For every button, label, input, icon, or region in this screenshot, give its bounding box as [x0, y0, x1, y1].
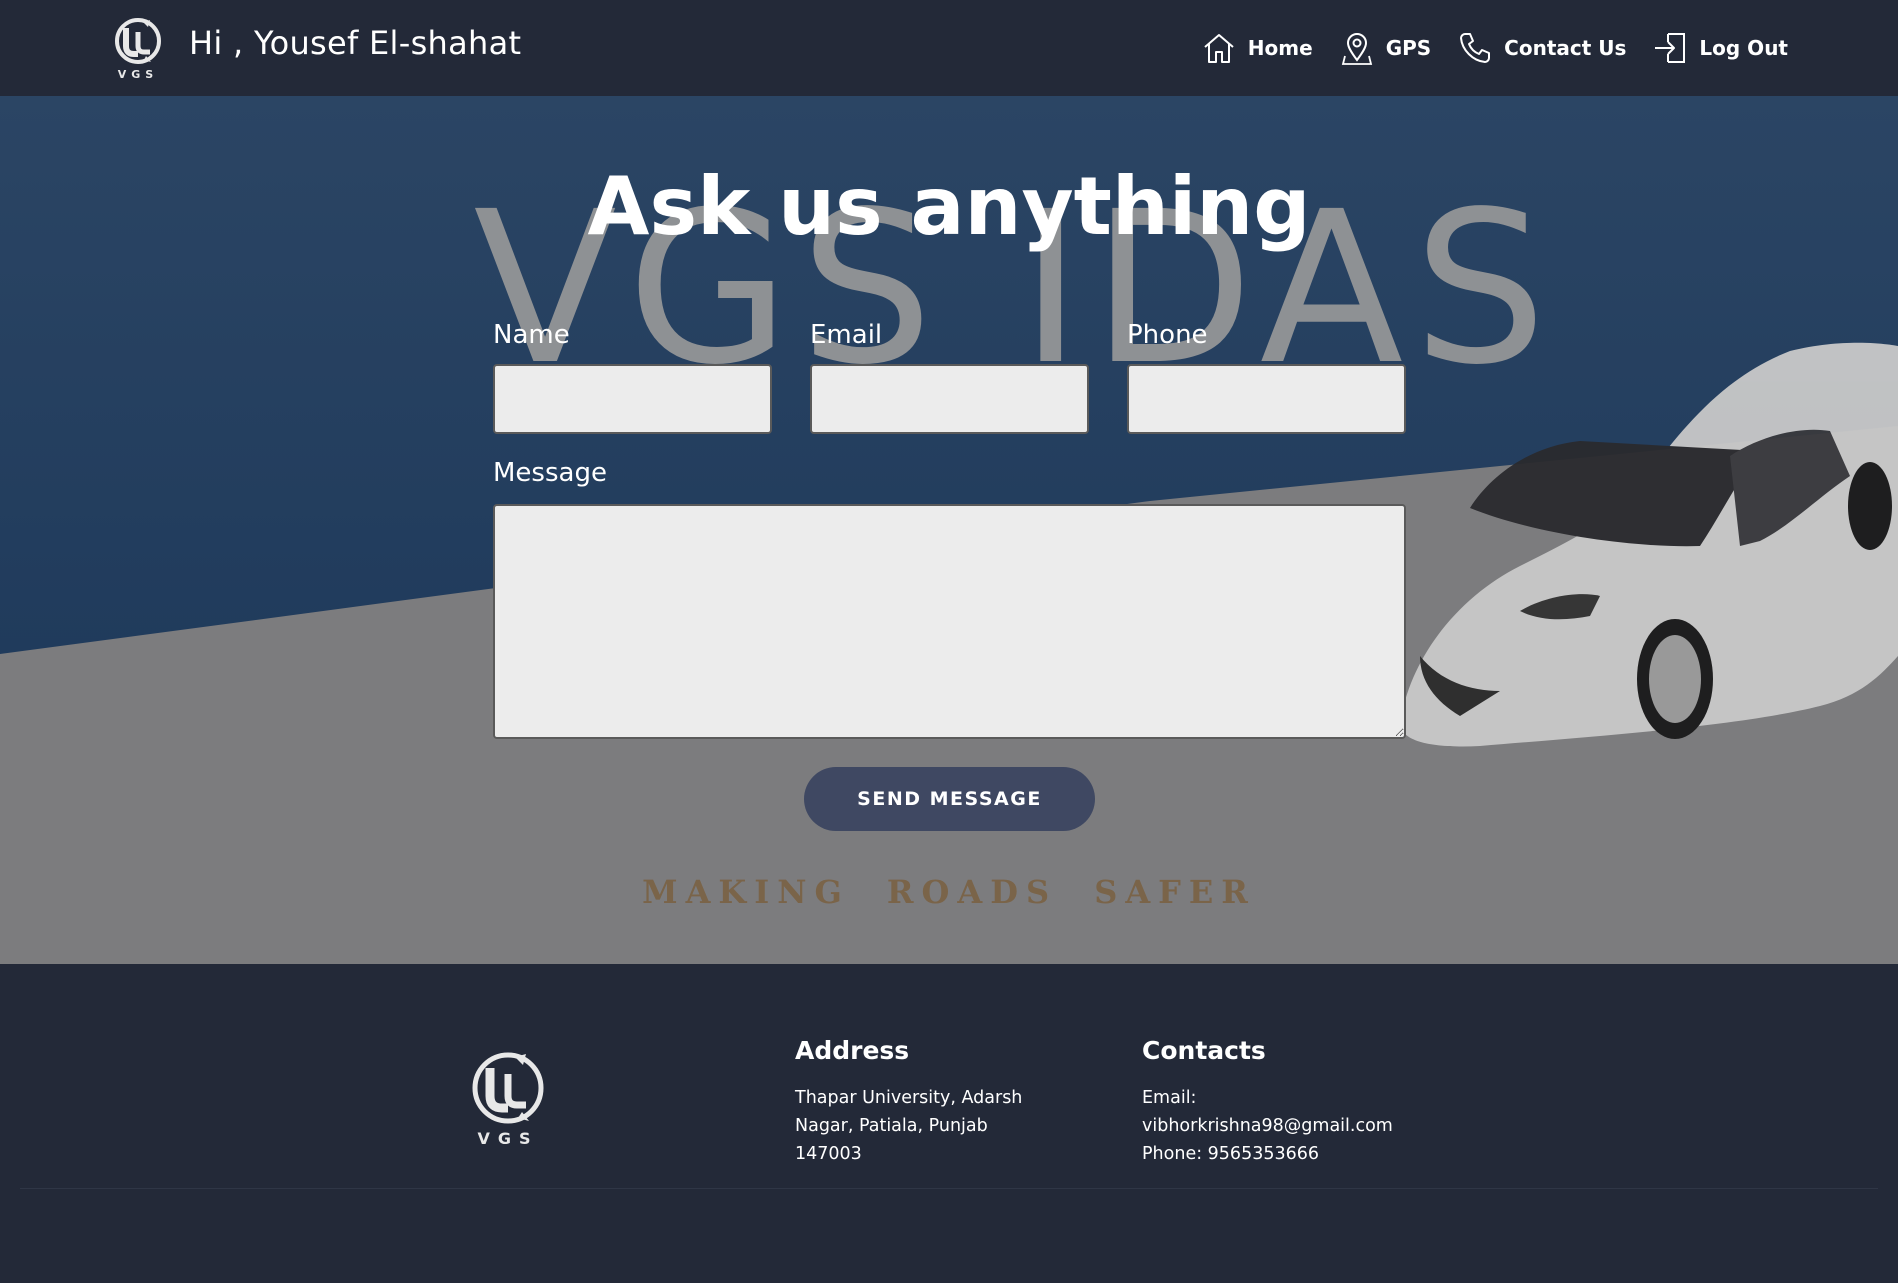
address-line: 147003: [795, 1144, 862, 1164]
page-title: Ask us anything: [587, 160, 1311, 253]
home-icon: [1204, 34, 1234, 63]
nav-home[interactable]: Home: [1201, 30, 1313, 66]
address-block: Thapar University, Adarsh Nagar, Patiala…: [795, 1084, 1045, 1168]
nav-logout-label: Log Out: [1699, 36, 1788, 60]
nav-gps[interactable]: GPS: [1339, 30, 1431, 66]
map-pin-icon: [1341, 33, 1372, 65]
contact-email-link[interactable]: vibhorkrishna98@gmail.com: [1142, 1112, 1442, 1140]
address-title: Address: [795, 1036, 910, 1065]
contacts-title: Contacts: [1142, 1036, 1266, 1065]
phone-input[interactable]: [1127, 364, 1406, 434]
contacts-block: Email: vibhorkrishna98@gmail.com Phone: …: [1142, 1084, 1442, 1168]
user-greeting: Hi , Yousef El-shahat: [189, 24, 522, 62]
name-input[interactable]: [493, 364, 772, 434]
nav-home-label: Home: [1247, 36, 1313, 60]
name-label: Name: [493, 320, 570, 350]
message-label: Message: [493, 458, 607, 488]
contact-hero: VGS IDAS Ask us anything Name Email Phon…: [0, 96, 1898, 964]
email-label: Email: [810, 320, 883, 350]
email-input[interactable]: [810, 364, 1089, 434]
nav-contact-us[interactable]: Contact Us: [1457, 30, 1626, 66]
footer-logo-text: VGS: [477, 1129, 538, 1148]
phone-label: Phone: [1127, 320, 1208, 350]
send-message-button[interactable]: SEND MESSAGE: [804, 767, 1095, 831]
nav-logout[interactable]: Log Out: [1652, 30, 1788, 66]
vgs-logo-icon[interactable]: VGS: [110, 16, 166, 80]
vgs-footer-logo-icon: VGS: [472, 1052, 544, 1148]
tagline: MAKING ROADS SAFER: [642, 873, 1256, 911]
phone-icon: [1460, 33, 1491, 63]
address-line: Nagar, Patiala, Punjab: [795, 1116, 988, 1136]
address-line: Thapar University, Adarsh: [795, 1088, 1023, 1108]
logout-icon: [1655, 33, 1686, 63]
main-nav: Home GPS Contact Us Log Out: [1175, 28, 1788, 68]
nav-contact-label: Contact Us: [1504, 36, 1627, 60]
message-textarea[interactable]: [493, 504, 1406, 739]
contact-email-label: Email:: [1142, 1088, 1197, 1108]
contact-phone: Phone: 9565353666: [1142, 1144, 1320, 1164]
logo-text: VGS: [118, 68, 158, 80]
top-navbar: VGS Hi , Yousef El-shahat Home GPS Conta…: [0, 0, 1898, 96]
nav-gps-label: GPS: [1385, 36, 1432, 60]
site-footer: VGS Address Thapar University, Adarsh Na…: [0, 964, 1898, 1283]
footer-divider: [20, 1188, 1878, 1189]
